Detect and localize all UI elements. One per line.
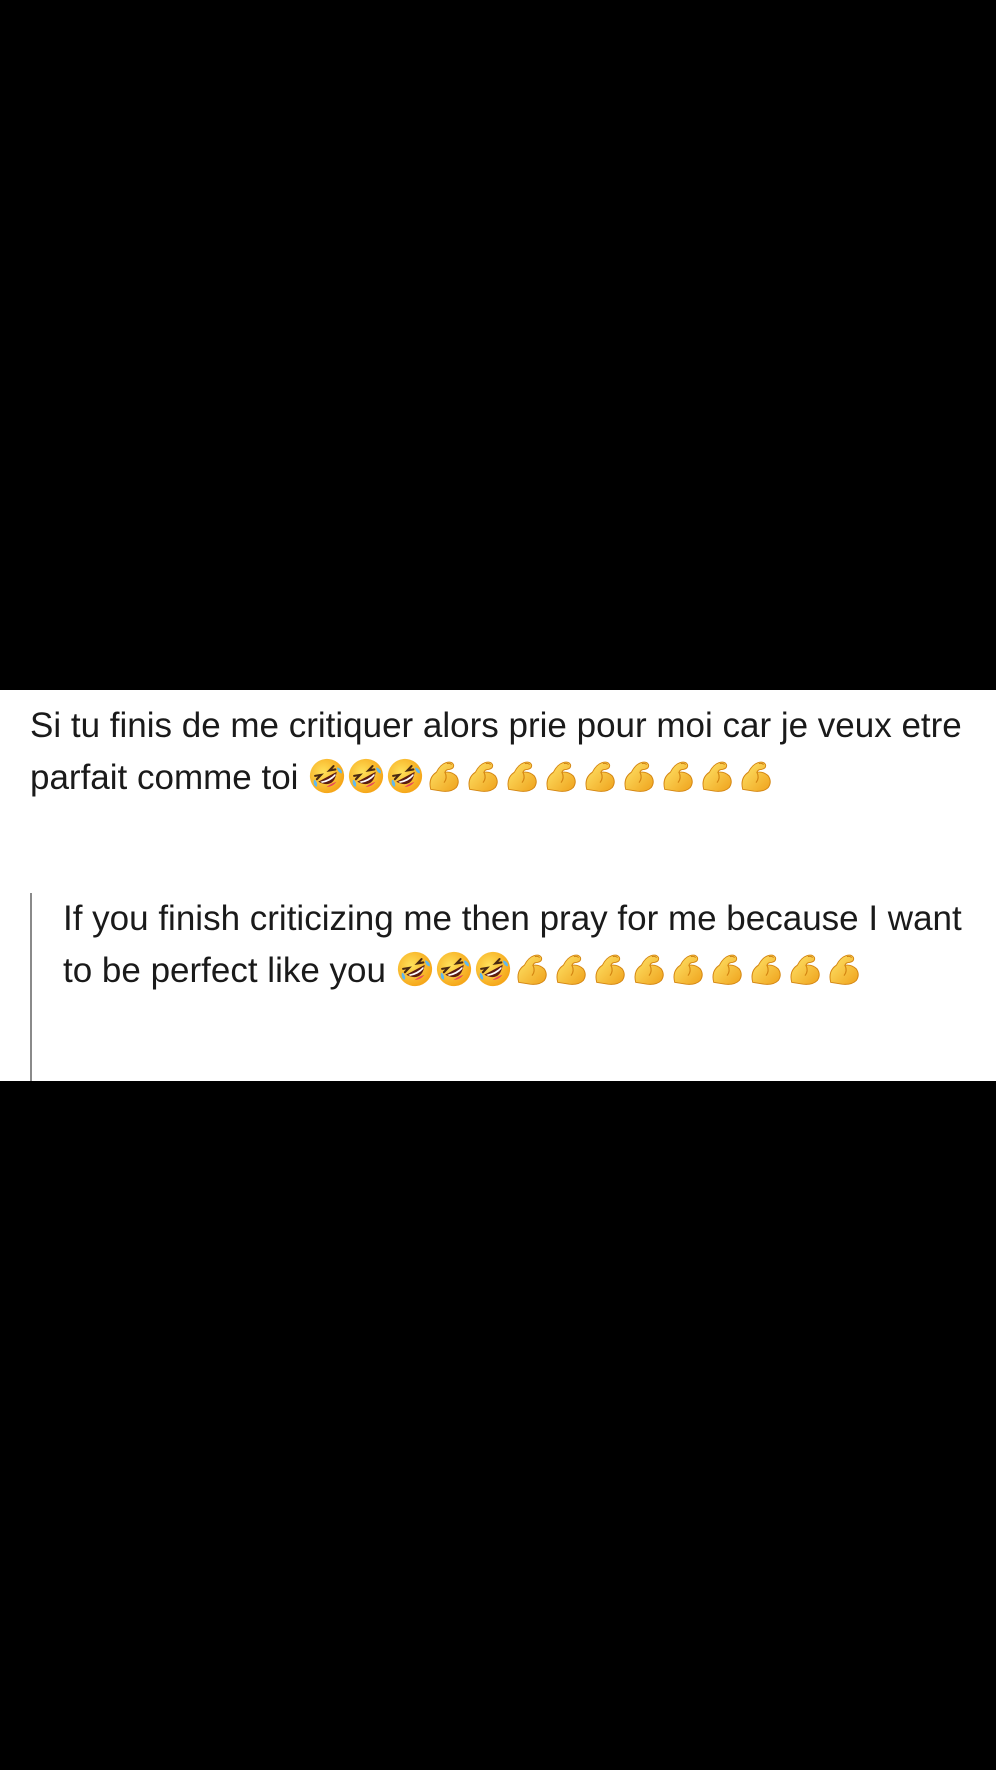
original-emoji-row (308, 758, 776, 797)
laughing-emoji-icon (347, 757, 385, 795)
flexed-biceps-icon (630, 950, 668, 988)
laughing-emoji-icon (396, 950, 434, 988)
flexed-biceps-icon (542, 757, 580, 795)
translated-emoji-row (396, 951, 864, 990)
original-message: Si tu finis de me critiquer alors prie p… (30, 700, 980, 804)
flexed-biceps-icon (825, 950, 863, 988)
translation-card: Si tu finis de me critiquer alors prie p… (0, 690, 996, 1081)
translated-message: If you finish criticizing me then pray f… (63, 893, 963, 997)
flexed-biceps-icon (708, 950, 746, 988)
flexed-biceps-icon (552, 950, 590, 988)
flexed-biceps-icon (513, 950, 551, 988)
flexed-biceps-icon (591, 950, 629, 988)
flexed-biceps-icon (659, 757, 697, 795)
flexed-biceps-icon (620, 757, 658, 795)
laughing-emoji-icon (386, 757, 424, 795)
flexed-biceps-icon (581, 757, 619, 795)
flexed-biceps-icon (464, 757, 502, 795)
laughing-emoji-icon (435, 950, 473, 988)
laughing-emoji-icon (308, 757, 346, 795)
flexed-biceps-icon (698, 757, 736, 795)
laughing-emoji-icon (474, 950, 512, 988)
flexed-biceps-icon (669, 950, 707, 988)
flexed-biceps-icon (425, 757, 463, 795)
bottom-black-area (0, 1081, 996, 1770)
quote-bar (30, 893, 32, 1081)
flexed-biceps-icon (747, 950, 785, 988)
translated-message-block: If you finish criticizing me then pray f… (30, 893, 980, 1081)
flexed-biceps-icon (737, 757, 775, 795)
flexed-biceps-icon (786, 950, 824, 988)
top-black-area (0, 0, 996, 690)
flexed-biceps-icon (503, 757, 541, 795)
